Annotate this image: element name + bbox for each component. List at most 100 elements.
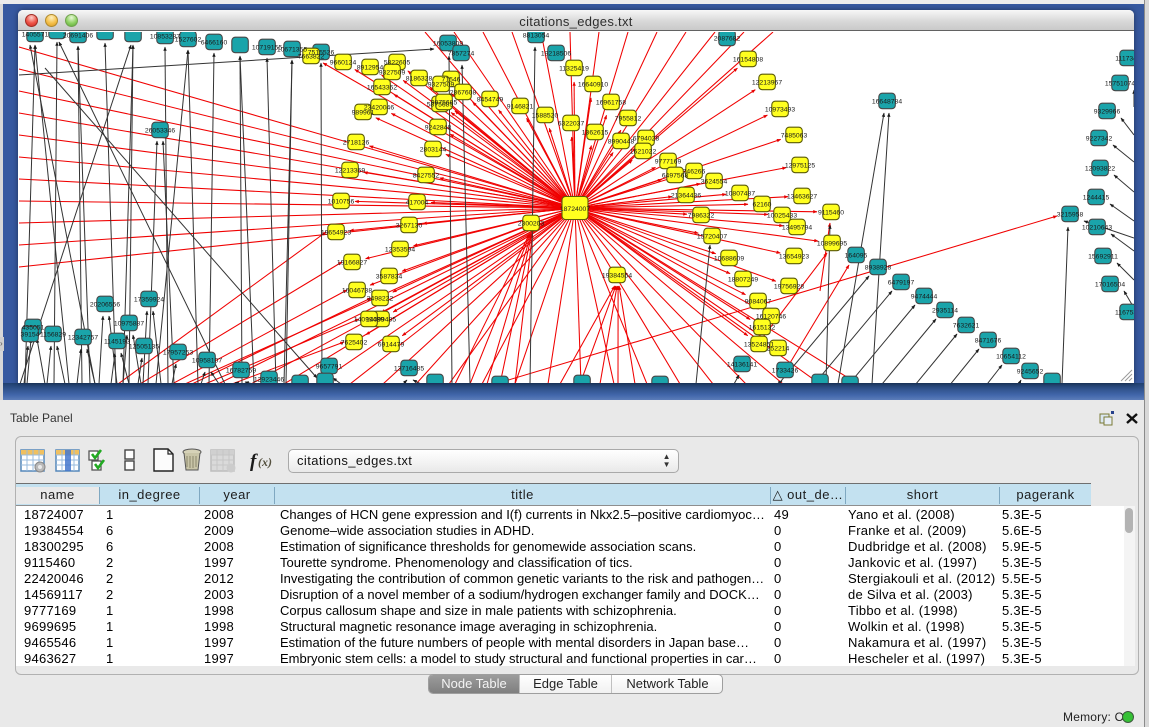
svg-text:12353594: 12353594 bbox=[385, 247, 415, 254]
svg-text:16782759: 16782759 bbox=[226, 368, 256, 375]
svg-text:252214: 252214 bbox=[767, 346, 790, 353]
svg-text:164095: 164095 bbox=[845, 253, 868, 260]
svg-text:9115460: 9115460 bbox=[818, 210, 844, 217]
svg-text:11325419: 11325419 bbox=[559, 66, 589, 73]
svg-text:9327509: 9327509 bbox=[379, 70, 406, 77]
svg-text:9245652: 9245652 bbox=[1017, 369, 1044, 376]
svg-text:9474444: 9474444 bbox=[911, 294, 938, 301]
svg-text:12923446: 12923446 bbox=[254, 377, 284, 384]
svg-text:16053809: 16053809 bbox=[433, 41, 463, 48]
svg-text:8471676: 8471676 bbox=[975, 338, 1002, 345]
svg-text:3624554: 3624554 bbox=[701, 179, 728, 186]
svg-text:7485063: 7485063 bbox=[781, 133, 808, 140]
svg-text:9227342: 9227342 bbox=[1086, 136, 1113, 143]
svg-text:13654923: 13654923 bbox=[779, 254, 809, 261]
svg-text:12213369: 12213369 bbox=[335, 168, 365, 175]
svg-text:1621022: 1621022 bbox=[630, 149, 657, 156]
svg-text:16640910: 16640910 bbox=[578, 82, 608, 89]
svg-text:12975125: 12975125 bbox=[785, 163, 815, 170]
svg-text:6794028: 6794028 bbox=[633, 136, 660, 143]
svg-text:8990448: 8990448 bbox=[608, 139, 635, 146]
svg-text:7663822: 7663822 bbox=[298, 54, 325, 61]
svg-text:3267130: 3267130 bbox=[396, 223, 423, 230]
svg-text:2867608: 2867608 bbox=[450, 90, 477, 97]
svg-text:9329966: 9329966 bbox=[1094, 109, 1121, 116]
svg-text:(x): (x) bbox=[258, 455, 272, 469]
svg-text:15751074: 15751074 bbox=[1105, 81, 1134, 88]
svg-text:15692911: 15692911 bbox=[1088, 254, 1118, 261]
svg-text:9777169: 9777169 bbox=[655, 159, 682, 166]
svg-text:1117342: 1117342 bbox=[1115, 56, 1134, 63]
svg-text:9875685: 9875685 bbox=[431, 100, 458, 107]
svg-text:18807249: 18807249 bbox=[728, 277, 758, 284]
svg-text:10654112: 10654112 bbox=[996, 354, 1026, 361]
svg-text:19218506: 19218506 bbox=[541, 51, 571, 58]
svg-text:19384554: 19384554 bbox=[602, 273, 632, 280]
svg-text:16648784: 16648784 bbox=[872, 99, 902, 106]
svg-text:3498222: 3498222 bbox=[367, 296, 394, 303]
svg-text:23420046: 23420046 bbox=[364, 105, 394, 112]
svg-text:7632621: 7632621 bbox=[953, 323, 980, 330]
svg-text:20691406: 20691406 bbox=[63, 33, 93, 40]
svg-text:10975887: 10975887 bbox=[114, 321, 144, 328]
svg-text:17359924: 17359924 bbox=[134, 297, 164, 304]
svg-text:3215958: 3215958 bbox=[1057, 212, 1084, 219]
svg-text:1167534: 1167534 bbox=[1115, 310, 1134, 317]
svg-text:6466160: 6466160 bbox=[201, 40, 228, 47]
svg-text:2935114: 2935114 bbox=[932, 308, 958, 315]
svg-text:17016504: 17016504 bbox=[1095, 282, 1125, 289]
svg-text:7955812: 7955812 bbox=[615, 116, 642, 123]
svg-text:12093822: 12093822 bbox=[1085, 166, 1115, 173]
svg-text:9660124: 9660124 bbox=[330, 60, 357, 67]
svg-text:1244415: 1244415 bbox=[1083, 195, 1110, 202]
svg-text:19654923: 19654923 bbox=[321, 230, 351, 237]
svg-text:10671355: 10671355 bbox=[277, 47, 307, 54]
svg-text:f: f bbox=[250, 451, 258, 472]
svg-text:20206556: 20206556 bbox=[90, 302, 120, 309]
svg-text:62160: 62160 bbox=[753, 202, 772, 209]
svg-text:21364436: 21364436 bbox=[671, 193, 701, 200]
svg-text:10958107: 10958107 bbox=[192, 358, 222, 365]
svg-text:1588520: 1588520 bbox=[532, 113, 559, 120]
svg-text:1405571: 1405571 bbox=[22, 32, 49, 39]
svg-text:1156829: 1156829 bbox=[40, 332, 66, 339]
svg-text:2300203: 2300203 bbox=[518, 221, 545, 228]
svg-text:19166827: 19166827 bbox=[337, 260, 367, 267]
svg-text:7625402: 7625402 bbox=[341, 340, 368, 347]
svg-text:10807487: 10807487 bbox=[725, 191, 755, 198]
svg-text:9657791: 9657791 bbox=[316, 364, 343, 371]
svg-text:3587834: 3587834 bbox=[376, 274, 403, 281]
svg-text:8813054: 8813054 bbox=[523, 33, 550, 40]
svg-text:16120746: 16120746 bbox=[756, 314, 786, 321]
svg-text:13495794: 13495794 bbox=[782, 225, 812, 232]
svg-text:10025433: 10025433 bbox=[767, 213, 797, 220]
svg-text:16961758: 16961758 bbox=[596, 100, 626, 107]
svg-text:9242848: 9242848 bbox=[425, 125, 452, 132]
svg-text:7986322: 7986322 bbox=[688, 213, 715, 220]
svg-text:26053346: 26053346 bbox=[145, 128, 175, 135]
svg-text:39154: 39154 bbox=[21, 332, 40, 339]
svg-text:12505135: 12505135 bbox=[129, 344, 159, 351]
svg-text:1527602: 1527602 bbox=[175, 37, 202, 44]
svg-text:18724007: 18724007 bbox=[560, 206, 590, 213]
svg-text:9146821: 9146821 bbox=[507, 104, 534, 111]
svg-text:6914479: 6914479 bbox=[378, 342, 405, 349]
svg-text:435051: 435051 bbox=[22, 325, 45, 332]
svg-text:10688609: 10688609 bbox=[714, 256, 744, 263]
svg-text:10210643: 10210643 bbox=[1082, 225, 1112, 232]
svg-text:13716485: 13716485 bbox=[394, 366, 424, 373]
svg-text:9327509: 9327509 bbox=[428, 82, 455, 89]
svg-text:7857274: 7857274 bbox=[448, 51, 475, 58]
svg-text:15720407: 15720407 bbox=[697, 234, 727, 241]
svg-text:13463627: 13463627 bbox=[787, 194, 817, 201]
svg-text:12342757: 12342757 bbox=[68, 335, 98, 342]
svg-text:1145193: 1145193 bbox=[104, 339, 130, 346]
svg-text:8938928: 8938928 bbox=[865, 265, 892, 272]
svg-text:1362615: 1362615 bbox=[582, 130, 609, 137]
svg-text:16543362: 16543362 bbox=[367, 85, 397, 92]
svg-text:14099489: 14099489 bbox=[354, 317, 384, 324]
svg-text:2087682: 2087682 bbox=[714, 36, 741, 43]
svg-text:16046738: 16046738 bbox=[342, 288, 372, 295]
svg-text:417004: 417004 bbox=[406, 200, 429, 207]
svg-text:16154808: 16154808 bbox=[733, 57, 763, 64]
